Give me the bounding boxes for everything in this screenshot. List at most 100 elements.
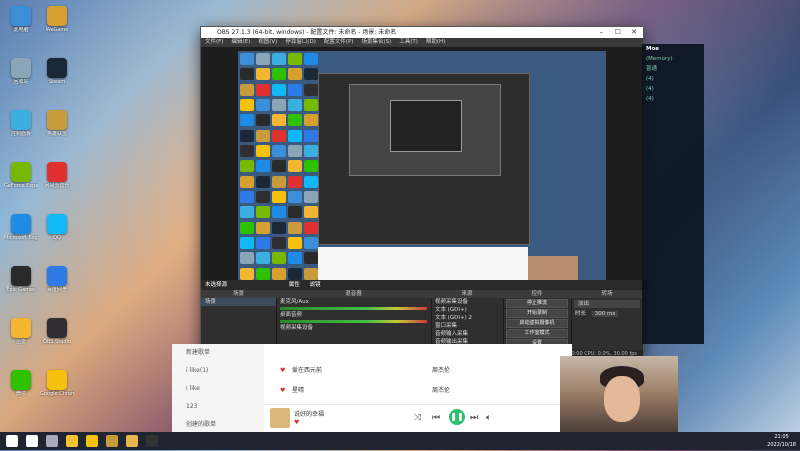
nested-icon (288, 175, 302, 188)
playlist-item[interactable]: 新建歌单 (172, 344, 264, 362)
system-tray-clock[interactable]: 21:05 2022/10/18 (767, 432, 796, 451)
search-icon[interactable] (26, 435, 38, 447)
source-item[interactable]: 视频采集设备 (431, 298, 503, 306)
desktop-icon[interactable]: 网易云音乐 (40, 162, 74, 189)
song-artist[interactable]: 周杰伦 (432, 382, 450, 400)
control-button[interactable]: 开始录制 (506, 309, 568, 318)
nested-icon (304, 236, 318, 249)
desktop-icon[interactable]: GeForce Experience (4, 162, 38, 189)
desktop-icon[interactable]: OBS Studio (40, 318, 74, 345)
client-list-item[interactable]: (4) (642, 94, 704, 104)
client-list-item[interactable]: 普通 (642, 64, 704, 74)
preview-canvas[interactable] (238, 51, 606, 283)
song-row[interactable]: ♥ 星晴 周杰伦 (172, 382, 572, 400)
app-icon (11, 162, 31, 182)
obs-title-text: OBS 27.1.3 (64-bit, windows) - 配置文件: 未命名… (217, 29, 397, 36)
nested-icon (272, 190, 286, 203)
menu-item[interactable]: 停靠窗口(D) (285, 39, 316, 45)
obs-titlebar[interactable]: OBS 27.1.3 (64-bit, windows) - 配置文件: 未命名… (201, 27, 643, 38)
transition-select[interactable]: 淡出 (574, 300, 640, 308)
desktop-icon[interactable]: 迅雷 (4, 318, 38, 345)
minimize-icon[interactable]: – (600, 27, 604, 38)
duration-field[interactable]: 300 ms (591, 311, 619, 317)
nested-icon (240, 129, 254, 142)
desktop-icon[interactable]: 控制面板 (4, 110, 38, 137)
desktop-icon[interactable]: 回收站 (4, 58, 38, 85)
pause-button[interactable]: ❚❚ (449, 409, 465, 425)
scene-item[interactable]: 场景 (201, 298, 276, 306)
previous-icon[interactable]: ⏮ (432, 413, 440, 423)
app-icon (11, 110, 31, 130)
desktop-icon-label: 微信 (15, 391, 26, 397)
desktop-icon[interactable]: 英雄联盟 (40, 110, 74, 137)
desktop-icon-label: GeForce Experience (4, 183, 38, 189)
control-button[interactable]: 停止推流 (506, 299, 568, 308)
taskview-icon[interactable] (46, 435, 58, 447)
properties-button[interactable]: 属性 (289, 282, 300, 288)
source-item[interactable]: 文本 (GDI+) 2 (431, 314, 503, 322)
nested-icon (304, 221, 318, 234)
desktop-icon-label: 百度网盘 (46, 287, 67, 293)
desktop-icon[interactable]: Google Chrome (40, 370, 74, 397)
close-icon[interactable]: ✕ (631, 27, 637, 38)
chrome-icon[interactable] (86, 435, 98, 447)
source-item[interactable]: 文本 (GDI+) (431, 306, 503, 314)
source-item[interactable]: 音频输入采集 (431, 330, 503, 338)
song-artist[interactable]: 周杰伦 (432, 362, 450, 380)
control-button[interactable]: 启动虚拟摄像机 (506, 319, 568, 328)
desktop-icon[interactable]: QQ (40, 214, 74, 241)
start-icon[interactable] (6, 435, 18, 447)
client-list-item[interactable]: (4) (642, 74, 704, 84)
desktop-icon[interactable]: Microsoft Edge (4, 214, 38, 241)
nested-icon (304, 190, 318, 203)
folder-icon[interactable] (126, 435, 138, 447)
nested-icon (240, 83, 254, 96)
app-icon (47, 58, 67, 78)
menu-item[interactable]: 视图(V) (258, 39, 277, 45)
maximize-icon[interactable]: ☐ (615, 27, 621, 38)
song-row[interactable]: ♥ 爱在西元前 周杰伦 (172, 362, 572, 380)
obs-preview-panel[interactable] (201, 47, 643, 288)
desktop-icon[interactable]: 百度网盘 (40, 266, 74, 293)
source-item[interactable]: 窗口采集 (431, 322, 503, 330)
client-list-item[interactable]: (4) (642, 84, 704, 94)
like-icon[interactable]: ♥ (294, 419, 299, 426)
like-icon[interactable]: ♥ (280, 382, 285, 400)
nested-icon (272, 236, 286, 249)
desktop-icon[interactable]: 微信 (4, 370, 38, 397)
desktop-icon[interactable]: Steam (40, 58, 74, 85)
obs-icon[interactable] (146, 435, 158, 447)
shuffle-icon[interactable]: ⤨ (414, 413, 421, 423)
volume-icon[interactable]: 🔈︎ (486, 413, 491, 423)
desktop-icon-label: 迅雷 (15, 339, 26, 345)
menu-item[interactable]: 编辑(E) (231, 39, 250, 45)
nested-icon (288, 98, 302, 111)
menu-item[interactable]: 场景集合(S) (361, 39, 391, 45)
mixer-track-mic: 麦克风/Aux (280, 299, 309, 305)
control-button[interactable]: 工作室模式 (506, 329, 568, 338)
song-title: 星晴 (292, 387, 305, 394)
menu-item[interactable]: 配置文件(P) (324, 39, 354, 45)
explorer-icon[interactable] (66, 435, 78, 447)
menu-item[interactable]: 文件(F) (205, 39, 223, 45)
menu-item[interactable]: 工具(T) (399, 39, 418, 45)
desktop-volume-meter[interactable] (280, 320, 427, 323)
app-icon (47, 370, 67, 390)
lol-icon[interactable] (106, 435, 118, 447)
nested-icon (272, 144, 286, 157)
nested-icon (272, 221, 286, 234)
nested-icon (256, 53, 270, 65)
next-icon[interactable]: ⏭ (470, 413, 478, 423)
desktop-icon[interactable]: WeGame (40, 6, 74, 33)
playlist-item[interactable]: 123 (172, 398, 264, 416)
filters-button[interactable]: 滤镜 (310, 282, 321, 288)
app-icon (47, 110, 67, 130)
like-icon[interactable]: ♥ (280, 362, 285, 380)
desktop-icon[interactable]: Epic Games (4, 266, 38, 293)
client-list-item[interactable]: (Memory) (642, 54, 704, 64)
desktop-icon[interactable]: 此电脑 (4, 6, 38, 33)
mic-volume-meter[interactable] (280, 307, 427, 310)
menu-item[interactable]: 帮助(H) (426, 39, 445, 45)
nested-icon (288, 236, 302, 249)
nested-icon (256, 114, 270, 127)
